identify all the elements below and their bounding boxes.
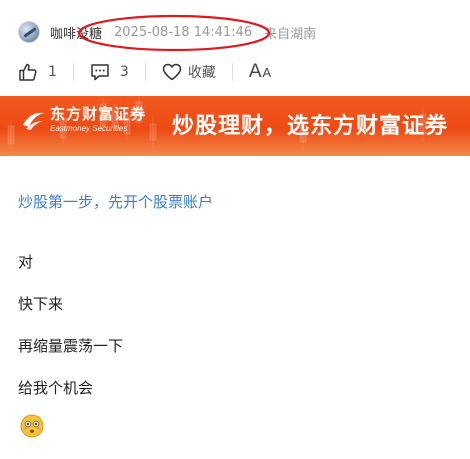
open-account-link[interactable]: 炒股第一步，先开个股票账户: [18, 191, 213, 212]
comment-count: 3: [119, 64, 129, 80]
font-size-small-glyph: A: [262, 65, 272, 80]
eastmoney-logo-icon: [23, 112, 44, 130]
post-time: 2025-08-18 14:41:46: [114, 24, 253, 40]
action-bar: 1 3 收藏 A A: [18, 60, 271, 84]
divider: [72, 63, 74, 81]
banner-slogan: 炒股理财，选东方财富证券: [172, 114, 449, 139]
divider: [144, 63, 146, 81]
favorite-button[interactable]: 收藏: [162, 62, 216, 82]
post-location: 来自湖南: [264, 26, 317, 42]
post-line: 给我个机会: [18, 379, 94, 397]
like-icon: [19, 63, 37, 81]
brand-name-cn: 东方财富证券: [50, 105, 147, 123]
favorite-label: 收藏: [187, 65, 216, 81]
font-size-large-glyph: A: [248, 61, 262, 82]
ad-banner[interactable]: 东方财富证券 Eastmoney Securities 炒股理财，选东方财富证券: [0, 96, 470, 156]
divider: [231, 63, 233, 81]
post-line: 快下来: [18, 295, 64, 313]
flushed-face-emoji-icon: [20, 414, 44, 438]
author-row: 咖啡没糖 2025-08-18 14:41:46 来自湖南: [18, 20, 316, 44]
author-name[interactable]: 咖啡没糖: [50, 23, 102, 42]
brand-name-en: Eastmoney Securities: [50, 124, 128, 133]
avatar[interactable]: [18, 21, 40, 43]
like-count: 1: [48, 64, 57, 80]
comment-icon: [91, 64, 109, 81]
post-line: 再缩量震荡一下: [18, 337, 124, 355]
font-size-icon[interactable]: A A: [249, 61, 271, 83]
like-button[interactable]: 1: [18, 62, 57, 82]
heart-icon: [162, 63, 182, 81]
comment-button[interactable]: 3: [90, 62, 129, 82]
post-line: 对: [18, 253, 34, 271]
brand-logo: 东方财富证券 Eastmoney Securities: [20, 107, 146, 133]
